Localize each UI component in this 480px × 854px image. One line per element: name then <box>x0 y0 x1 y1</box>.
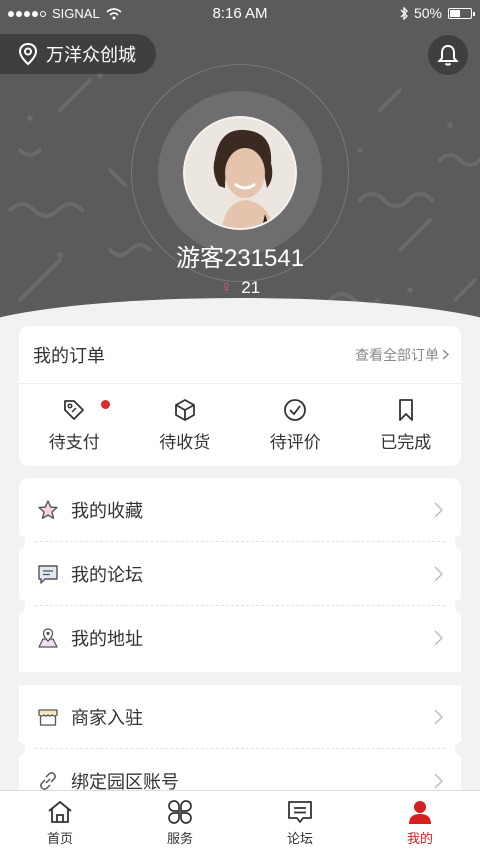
chevron-right-icon <box>434 773 443 789</box>
bookmark-icon <box>398 398 413 421</box>
order-pending-payment-label: 待支付 <box>48 432 100 452</box>
star-icon <box>38 500 58 519</box>
notification-button[interactable] <box>428 35 468 75</box>
bluetooth-icon <box>400 6 408 20</box>
view-all-orders-link[interactable]: 查看全部订单 <box>355 345 449 365</box>
menu-item-forum-label: 我的论坛 <box>71 565 143 585</box>
unread-badge <box>101 400 110 409</box>
female-icon: ♀ <box>219 277 234 297</box>
view-all-orders-label: 查看全部订单 <box>355 346 439 363</box>
orders-card: 我的订单 查看全部订单 待支付 待收货 待评价 已完成 <box>19 326 461 466</box>
location-selector[interactable]: 万洋众创城 <box>0 34 156 74</box>
bell-icon <box>437 44 459 66</box>
chevron-right-icon <box>442 349 449 360</box>
clover-icon <box>168 799 192 824</box>
order-pending-review-label: 待评价 <box>269 432 321 452</box>
tab-home[interactable]: 首页 <box>0 791 120 854</box>
chevron-right-icon <box>434 709 443 725</box>
username: 游客231541 <box>175 245 305 272</box>
link-icon <box>40 772 56 790</box>
menu-item-merchant-label: 商家入驻 <box>71 708 143 728</box>
orders-title: 我的订单 <box>33 345 105 366</box>
map-pin-icon <box>38 628 58 648</box>
tab-home-label: 首页 <box>46 830 73 846</box>
tag-icon <box>64 399 85 420</box>
order-pending-payment[interactable]: 待支付 <box>19 384 130 466</box>
chevron-right-icon <box>434 566 443 582</box>
menu-item-merchant[interactable]: 商家入驻 <box>13 685 467 756</box>
tab-mine-label: 我的 <box>406 830 433 846</box>
menu-item-favorites[interactable]: 我的收藏 <box>13 478 467 549</box>
tab-bar: 首页 服务 论坛 我的 <box>0 790 480 854</box>
menu-item-address-label: 我的地址 <box>71 629 143 649</box>
chevron-right-icon <box>434 502 443 518</box>
order-completed[interactable]: 已完成 <box>351 384 462 466</box>
order-pending-review[interactable]: 待评价 <box>240 384 351 466</box>
battery-icon <box>448 7 475 19</box>
tab-forum-label: 论坛 <box>286 830 313 846</box>
menu-item-forum[interactable]: 我的论坛 <box>13 542 467 613</box>
tab-forum[interactable]: 论坛 <box>240 791 360 854</box>
menu-group-1: 我的收藏 我的论坛 我的地址 <box>13 478 467 672</box>
order-pending-receipt[interactable]: 待收货 <box>130 384 241 466</box>
avatar-photo <box>185 118 295 228</box>
check-circle-icon <box>284 398 307 421</box>
chevron-right-icon <box>434 630 443 646</box>
menu-item-address[interactable]: 我的地址 <box>19 606 461 670</box>
menu-group-2: 商家入驻 绑定园区账号 <box>13 685 467 795</box>
home-icon <box>48 800 72 823</box>
store-icon <box>38 709 58 726</box>
tab-services[interactable]: 服务 <box>120 791 240 854</box>
chat-icon <box>38 565 58 584</box>
order-pending-receipt-label: 待收货 <box>159 432 211 452</box>
location-pin-icon <box>18 42 38 66</box>
avatar[interactable] <box>183 116 297 230</box>
status-bar: SIGNAL 8:16 AM 50% <box>0 0 480 26</box>
location-label: 万洋众创城 <box>46 45 136 65</box>
tab-mine[interactable]: 我的 <box>360 791 480 854</box>
forum-icon <box>288 800 312 823</box>
orders-header: 我的订单 查看全部订单 <box>19 326 461 384</box>
profile-header: SIGNAL 8:16 AM 50% 万洋众创城 游客231541 ♀ 21 <box>0 0 480 332</box>
menu-item-favorites-label: 我的收藏 <box>71 501 143 521</box>
gender-age: ♀ 21 <box>0 277 480 298</box>
person-icon <box>409 800 431 824</box>
age-value: 21 <box>241 277 261 297</box>
box-icon <box>174 398 195 421</box>
battery-percent: 50% <box>413 5 442 21</box>
order-completed-label: 已完成 <box>380 432 432 452</box>
tab-services-label: 服务 <box>166 830 193 846</box>
